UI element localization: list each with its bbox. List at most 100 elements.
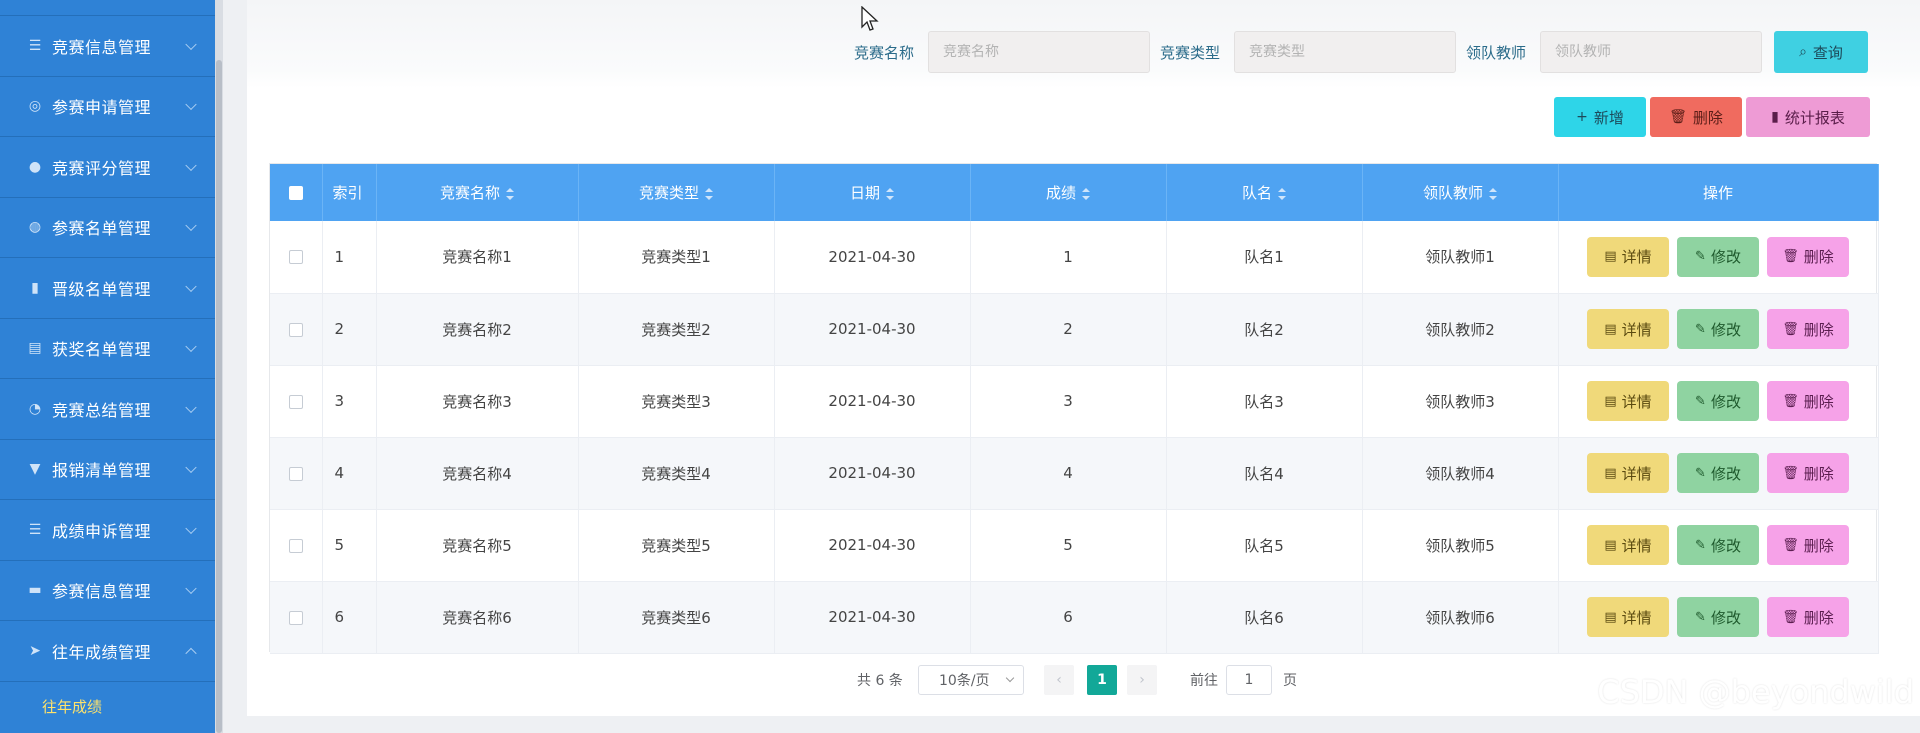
cell-team: 队名6 bbox=[1166, 581, 1363, 654]
detail-button[interactable]: ▤ 详情 bbox=[1587, 381, 1669, 421]
delete-button[interactable]: 🗑 删除 bbox=[1767, 525, 1849, 565]
cell-score: 5 bbox=[970, 509, 1167, 582]
header-date-label: 日期 bbox=[849, 184, 880, 202]
delete-button[interactable]: 🗑 删除 bbox=[1767, 597, 1849, 637]
clock-icon: ◔ bbox=[28, 400, 42, 417]
detail-button[interactable]: ▤ 详情 bbox=[1587, 597, 1669, 637]
chevron-icon bbox=[185, 461, 197, 474]
sidebar-item[interactable]: ◍ 参赛名单管理 bbox=[0, 198, 215, 258]
edit-button[interactable]: ✎ 修改 bbox=[1677, 309, 1759, 349]
sidebar-item[interactable]: ◎ 参赛申请管理 bbox=[0, 77, 215, 137]
prev-page-button[interactable]: ‹ bbox=[1044, 665, 1074, 695]
select-all-checkbox[interactable] bbox=[288, 186, 303, 200]
row-checkbox[interactable] bbox=[288, 466, 303, 481]
stats-report-button[interactable]: ▮ 统计报表 bbox=[1746, 97, 1870, 137]
edit-button[interactable]: ✎ 修改 bbox=[1677, 525, 1759, 565]
edit-button[interactable]: ✎ 修改 bbox=[1677, 597, 1759, 637]
edit-button[interactable]: ✎ 修改 bbox=[1677, 381, 1759, 421]
page-jump-input[interactable]: 1 bbox=[1226, 665, 1272, 695]
sidebar-item[interactable]: ➤ 往年成绩管理 bbox=[0, 621, 215, 682]
header-score[interactable]: 成绩 bbox=[970, 164, 1167, 221]
edit-button[interactable]: ✎ 修改 bbox=[1677, 453, 1759, 493]
trash-icon: 🗑 bbox=[1782, 465, 1799, 481]
chevron-icon bbox=[185, 38, 197, 50]
cell-date: 2021-04-30 bbox=[774, 221, 971, 294]
current-page-button[interactable]: 1 bbox=[1087, 665, 1117, 695]
header-name[interactable]: 竞赛名称 bbox=[376, 164, 579, 221]
detail-button[interactable]: ▤ 详情 bbox=[1587, 453, 1669, 493]
sort-icon[interactable] bbox=[886, 187, 894, 200]
sort-icon[interactable] bbox=[506, 187, 514, 200]
batch-delete-button[interactable]: 🗑 删除 bbox=[1650, 97, 1742, 137]
plus-icon: + bbox=[1576, 109, 1588, 125]
cell-actions: ▤ 详情 ✎ 修改 🗑 删除 bbox=[1558, 293, 1879, 366]
sort-icon[interactable] bbox=[1489, 187, 1497, 200]
sidebar-item[interactable]: ◔ 竞赛总结管理 bbox=[0, 379, 215, 440]
header-teacher[interactable]: 领队教师 bbox=[1362, 164, 1559, 221]
row-checkbox[interactable] bbox=[288, 322, 303, 337]
search-name-input[interactable] bbox=[928, 31, 1151, 73]
row-checkbox[interactable] bbox=[288, 394, 303, 409]
detail-button[interactable]: ▤ 详情 bbox=[1587, 309, 1669, 349]
search-teacher-input[interactable] bbox=[1540, 31, 1763, 73]
pagination-total: 共 6 条 bbox=[857, 673, 903, 689]
row-checkbox-cell[interactable] bbox=[270, 293, 323, 366]
sidebar-item[interactable]: ▬ 参赛信息管理 bbox=[0, 561, 215, 621]
cell-actions: ▤ 详情 ✎ 修改 🗑 删除 bbox=[1558, 509, 1879, 582]
delete-label: 删除 bbox=[1803, 464, 1834, 483]
detail-button[interactable]: ▤ 详情 bbox=[1587, 525, 1669, 565]
delete-button[interactable]: 🗑 删除 bbox=[1767, 453, 1849, 493]
submenu-item-past-scores[interactable]: 往年成绩 bbox=[0, 682, 215, 732]
scrollbar-thumb[interactable] bbox=[216, 60, 222, 733]
delete-button[interactable]: 🗑 删除 bbox=[1767, 309, 1849, 349]
cell-teacher: 领队教师6 bbox=[1362, 581, 1559, 654]
header-team[interactable]: 队名 bbox=[1166, 164, 1363, 221]
edit-button[interactable]: ✎ 修改 bbox=[1677, 236, 1759, 277]
row-checkbox-cell[interactable] bbox=[270, 365, 323, 438]
delete-button[interactable]: 🗑 删除 bbox=[1767, 236, 1849, 277]
sidebar-item[interactable]: ● 竞赛评分管理 bbox=[0, 137, 215, 198]
sort-icon[interactable] bbox=[1278, 187, 1286, 200]
delete-button[interactable]: 🗑 删除 bbox=[1767, 381, 1849, 421]
page-size-select[interactable]: 10条/页 bbox=[918, 665, 1024, 695]
row-checkbox[interactable] bbox=[288, 250, 303, 265]
row-checkbox-cell[interactable] bbox=[270, 581, 323, 654]
cell-team: 队名2 bbox=[1166, 293, 1363, 366]
header-date[interactable]: 日期 bbox=[774, 164, 971, 221]
cell-name: 竞赛名称1 bbox=[376, 221, 579, 294]
location-pin-icon: ● bbox=[28, 158, 42, 175]
row-checkbox-cell[interactable] bbox=[270, 221, 323, 294]
sidebar-item[interactable]: ☰ 竞赛信息管理 bbox=[0, 16, 215, 77]
row-checkbox-cell[interactable] bbox=[270, 509, 323, 582]
chevron-icon bbox=[185, 98, 197, 111]
sidebar-item[interactable]: ▼ 报销清单管理 bbox=[0, 440, 215, 500]
sort-icon[interactable] bbox=[1082, 187, 1090, 200]
cell-index: 4 bbox=[322, 437, 377, 510]
header-type[interactable]: 竞赛类型 bbox=[578, 164, 775, 221]
pencil-icon: ✎ bbox=[1695, 393, 1706, 409]
cell-type: 竞赛类型3 bbox=[578, 365, 775, 438]
select-all-checkbox-cell[interactable] bbox=[270, 164, 323, 221]
next-page-button[interactable]: › bbox=[1127, 665, 1157, 695]
row-checkbox[interactable] bbox=[288, 538, 303, 553]
add-button[interactable]: + 新增 bbox=[1554, 97, 1646, 137]
sidebar-item[interactable]: ▤ 获奖名单管理 bbox=[0, 319, 215, 379]
cell-teacher: 领队教师3 bbox=[1362, 365, 1559, 438]
cell-index: 3 bbox=[322, 365, 377, 438]
list-icon: ☰ bbox=[28, 37, 42, 54]
add-button-label: 新增 bbox=[1593, 108, 1624, 127]
header-index: 索引 bbox=[322, 164, 377, 221]
row-checkbox[interactable] bbox=[288, 610, 303, 625]
search-type-input[interactable] bbox=[1234, 31, 1457, 73]
sidebar-item[interactable]: ☰ 成绩申诉管理 bbox=[0, 500, 215, 561]
sidebar-item[interactable]: ▮ 晋级名单管理 bbox=[0, 258, 215, 319]
delete-label: 删除 bbox=[1803, 248, 1834, 267]
detail-button[interactable]: ▤ 详情 bbox=[1587, 236, 1669, 277]
row-checkbox-cell[interactable] bbox=[270, 437, 323, 510]
sidebar-scrollbar[interactable] bbox=[215, 0, 223, 733]
cell-date: 2021-04-30 bbox=[774, 581, 971, 654]
sort-icon[interactable] bbox=[705, 187, 713, 200]
cell-type: 竞赛类型4 bbox=[578, 437, 775, 510]
query-button[interactable]: ⌕ 查询 bbox=[1774, 31, 1868, 73]
table-row: 3 竞赛名称3 竞赛类型3 2021-04-30 3 队名3 领队教师3 ▤ 详情 ✎ 修改 🗑 删除 bbox=[270, 365, 1879, 438]
